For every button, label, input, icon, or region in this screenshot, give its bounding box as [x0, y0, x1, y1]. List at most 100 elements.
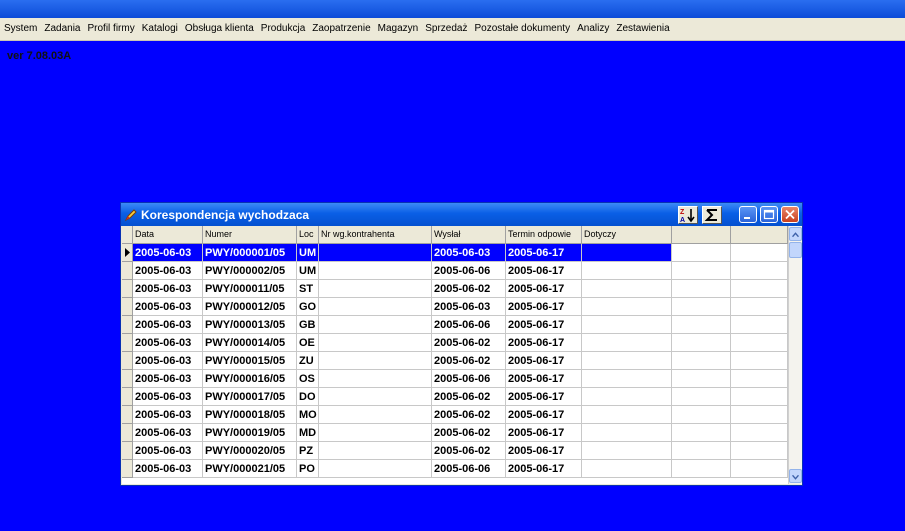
- menu-item-produkcja[interactable]: Produkcja: [258, 22, 309, 36]
- cell-loc[interactable]: GO: [297, 298, 319, 316]
- cell-extra-1[interactable]: [672, 370, 731, 388]
- table-row[interactable]: 2005-06-03 PWY/000012/05 GO 2005-06-03 2005-…: [122, 298, 788, 316]
- cell-loc[interactable]: PO: [297, 460, 319, 478]
- cell-extra-2[interactable]: [731, 244, 788, 262]
- cell-nr-kontrahenta[interactable]: [319, 262, 432, 280]
- cell-loc[interactable]: DO: [297, 388, 319, 406]
- cell-termin[interactable]: 2005-06-17: [506, 406, 582, 424]
- cell-loc[interactable]: OS: [297, 370, 319, 388]
- column-header-numer[interactable]: Numer: [203, 226, 297, 244]
- table-row[interactable]: 2005-06-03 PWY/000013/05 GB 2005-06-06 2005-…: [122, 316, 788, 334]
- cell-loc[interactable]: ST: [297, 280, 319, 298]
- cell-loc[interactable]: ZU: [297, 352, 319, 370]
- cell-data[interactable]: 2005-06-03: [133, 370, 203, 388]
- cell-dotyczy[interactable]: [582, 334, 672, 352]
- cell-loc[interactable]: UM: [297, 244, 319, 262]
- cell-numer[interactable]: PWY/000019/05: [203, 424, 297, 442]
- cell-extra-2[interactable]: [731, 388, 788, 406]
- menu-item-pozostale-dokumenty[interactable]: Pozostałe dokumenty: [471, 22, 574, 36]
- cell-nr-kontrahenta[interactable]: [319, 352, 432, 370]
- cell-data[interactable]: 2005-06-03: [133, 442, 203, 460]
- row-indicator[interactable]: [122, 424, 133, 442]
- vertical-scrollbar[interactable]: [788, 226, 802, 484]
- maximize-button[interactable]: [760, 206, 778, 223]
- cell-nr-kontrahenta[interactable]: [319, 388, 432, 406]
- cell-wyslal[interactable]: 2005-06-06: [432, 262, 506, 280]
- menu-item-obsluga-klienta[interactable]: Obsługa klienta: [182, 22, 258, 36]
- row-indicator[interactable]: [122, 316, 133, 334]
- cell-wyslal[interactable]: 2005-06-03: [432, 298, 506, 316]
- cell-numer[interactable]: PWY/000001/05: [203, 244, 297, 262]
- cell-termin[interactable]: 2005-06-17: [506, 244, 582, 262]
- table-row[interactable]: 2005-06-03 PWY/000016/05 OS 2005-06-06 2005-…: [122, 370, 788, 388]
- cell-termin[interactable]: 2005-06-17: [506, 262, 582, 280]
- cell-data[interactable]: 2005-06-03: [133, 280, 203, 298]
- cell-data[interactable]: 2005-06-03: [133, 406, 203, 424]
- cell-extra-1[interactable]: [672, 298, 731, 316]
- close-button[interactable]: [781, 206, 799, 223]
- cell-extra-2[interactable]: [731, 316, 788, 334]
- minimize-button[interactable]: [739, 206, 757, 223]
- menu-item-sprzedaz[interactable]: Sprzedaż: [422, 22, 471, 36]
- cell-wyslal[interactable]: 2005-06-06: [432, 460, 506, 478]
- cell-loc[interactable]: OE: [297, 334, 319, 352]
- cell-data[interactable]: 2005-06-03: [133, 388, 203, 406]
- cell-termin[interactable]: 2005-06-17: [506, 298, 582, 316]
- cell-extra-1[interactable]: [672, 316, 731, 334]
- cell-extra-2[interactable]: [731, 442, 788, 460]
- cell-nr-kontrahenta[interactable]: [319, 316, 432, 334]
- cell-extra-2[interactable]: [731, 298, 788, 316]
- cell-numer[interactable]: PWY/000002/05: [203, 262, 297, 280]
- row-indicator[interactable]: [122, 406, 133, 424]
- cell-extra-1[interactable]: [672, 244, 731, 262]
- cell-data[interactable]: 2005-06-03: [133, 424, 203, 442]
- cell-wyslal[interactable]: 2005-06-02: [432, 352, 506, 370]
- cell-extra-1[interactable]: [672, 424, 731, 442]
- scroll-thumb[interactable]: [789, 242, 802, 258]
- row-indicator[interactable]: [122, 370, 133, 388]
- table-row[interactable]: 2005-06-03 PWY/000015/05 ZU 2005-06-02 2005-…: [122, 352, 788, 370]
- cell-nr-kontrahenta[interactable]: [319, 244, 432, 262]
- table-row[interactable]: 2005-06-03 PWY/000014/05 OE 2005-06-02 2005-…: [122, 334, 788, 352]
- column-header-termin[interactable]: Termin odpowie: [506, 226, 582, 244]
- cell-nr-kontrahenta[interactable]: [319, 442, 432, 460]
- cell-extra-2[interactable]: [731, 370, 788, 388]
- cell-termin[interactable]: 2005-06-17: [506, 370, 582, 388]
- menu-item-zadania[interactable]: Zadania: [41, 22, 84, 36]
- row-indicator[interactable]: [122, 262, 133, 280]
- column-header-extra-1[interactable]: [672, 226, 731, 244]
- scroll-up-button[interactable]: [789, 227, 802, 241]
- cell-dotyczy[interactable]: [582, 280, 672, 298]
- cell-data[interactable]: 2005-06-03: [133, 244, 203, 262]
- cell-wyslal[interactable]: 2005-06-02: [432, 442, 506, 460]
- cell-extra-2[interactable]: [731, 406, 788, 424]
- cell-termin[interactable]: 2005-06-17: [506, 280, 582, 298]
- cell-dotyczy[interactable]: [582, 316, 672, 334]
- cell-dotyczy[interactable]: [582, 388, 672, 406]
- column-header-nr-kontrahenta[interactable]: Nr wg.kontrahenta: [319, 226, 432, 244]
- row-indicator[interactable]: [122, 460, 133, 478]
- cell-termin[interactable]: 2005-06-17: [506, 442, 582, 460]
- cell-extra-2[interactable]: [731, 460, 788, 478]
- column-header-loc[interactable]: Loc: [297, 226, 319, 244]
- scroll-down-button[interactable]: [789, 469, 802, 483]
- cell-extra-1[interactable]: [672, 262, 731, 280]
- table-row[interactable]: 2005-06-03 PWY/000002/05 UM 2005-06-06 2005-…: [122, 262, 788, 280]
- cell-numer[interactable]: PWY/000011/05: [203, 280, 297, 298]
- menu-item-zaopatrzenie[interactable]: Zaopatrzenie: [309, 22, 374, 36]
- cell-extra-1[interactable]: [672, 460, 731, 478]
- cell-extra-1[interactable]: [672, 442, 731, 460]
- cell-nr-kontrahenta[interactable]: [319, 370, 432, 388]
- column-header-data[interactable]: Data: [133, 226, 203, 244]
- cell-wyslal[interactable]: 2005-06-06: [432, 316, 506, 334]
- cell-wyslal[interactable]: 2005-06-03: [432, 244, 506, 262]
- cell-dotyczy[interactable]: [582, 370, 672, 388]
- cell-dotyczy[interactable]: [582, 424, 672, 442]
- table-row[interactable]: 2005-06-03 PWY/000020/05 PZ 2005-06-02 2005-…: [122, 442, 788, 460]
- cell-dotyczy[interactable]: [582, 442, 672, 460]
- cell-extra-2[interactable]: [731, 280, 788, 298]
- cell-nr-kontrahenta[interactable]: [319, 460, 432, 478]
- row-indicator[interactable]: [122, 388, 133, 406]
- cell-data[interactable]: 2005-06-03: [133, 352, 203, 370]
- cell-numer[interactable]: PWY/000021/05: [203, 460, 297, 478]
